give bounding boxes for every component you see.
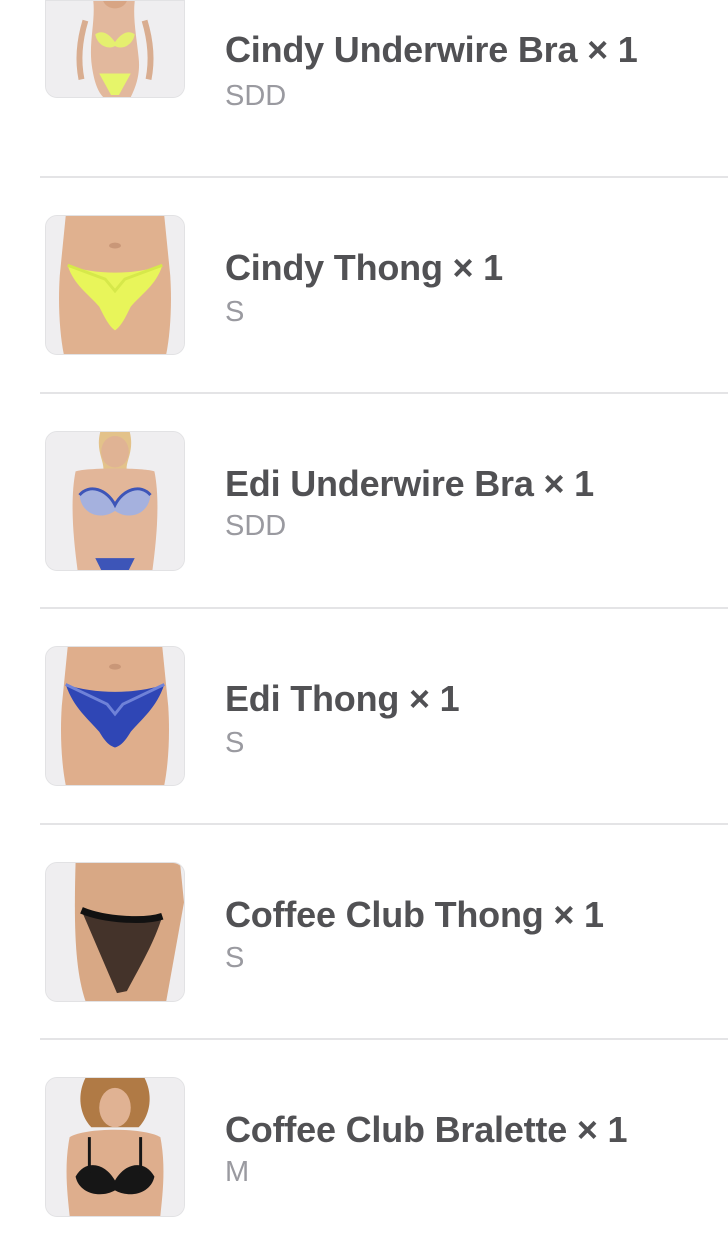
item-title: Coffee Club Thong × 1 — [225, 894, 604, 935]
list-item[interactable]: Cindy Thong × 1 S — [0, 177, 728, 393]
item-title: Edi Underwire Bra × 1 — [225, 463, 594, 504]
item-title: Edi Thong × 1 — [225, 678, 460, 719]
list-item[interactable]: Edi Thong × 1 S — [0, 608, 728, 824]
list-item[interactable]: Edi Underwire Bra × 1 SDD — [0, 393, 728, 609]
product-photo-coffee-club-bralette — [45, 1077, 185, 1217]
product-photo-cindy-thong — [45, 215, 185, 355]
item-title: Cindy Thong × 1 — [225, 247, 504, 288]
item-size: S — [225, 942, 245, 974]
item-title: Coffee Club Bralette × 1 — [225, 1109, 628, 1150]
item-size: S — [225, 727, 245, 759]
list-item[interactable]: Coffee Club Thong × 1 S — [0, 824, 728, 1040]
item-size: SDD — [225, 510, 287, 542]
item-size: S — [225, 296, 245, 328]
list-item[interactable]: Cindy Underwire Bra × 1 SDD — [0, 0, 728, 175]
list-item[interactable]: Coffee Club Bralette × 1 M — [0, 1039, 728, 1255]
product-photo-cindy-underwire-bra — [45, 0, 185, 98]
product-photo-coffee-club-thong — [45, 862, 185, 1002]
item-title: Cindy Underwire Bra × 1 — [225, 29, 638, 70]
product-photo-edi-thong — [45, 646, 185, 786]
item-size: SDD — [225, 80, 287, 112]
product-photo-edi-underwire-bra — [45, 431, 185, 571]
item-size: M — [225, 1156, 250, 1188]
